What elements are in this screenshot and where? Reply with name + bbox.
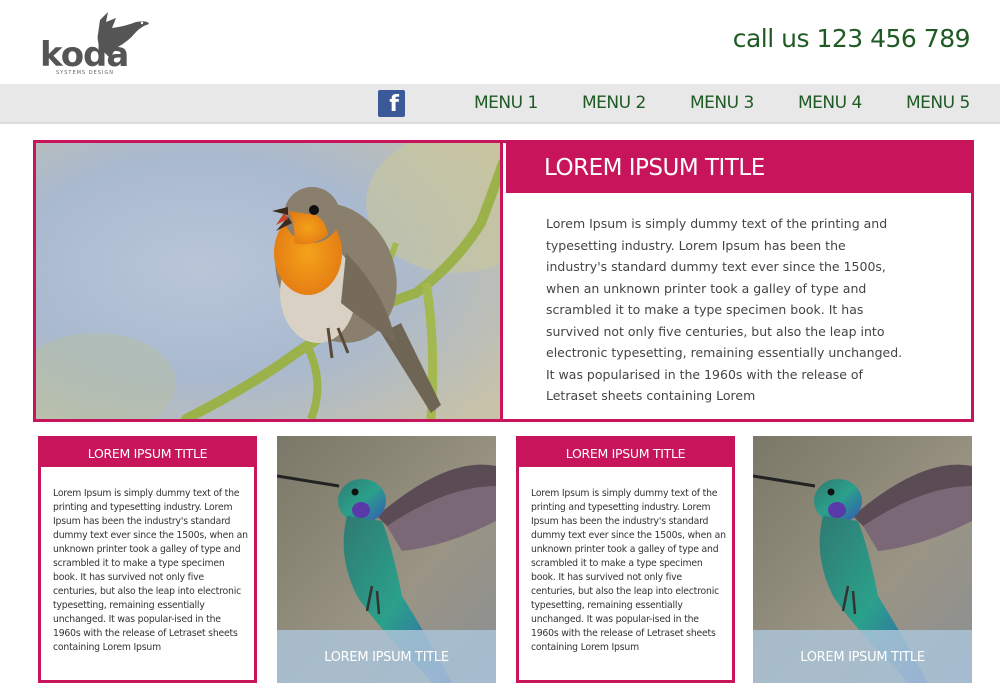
- site-header: koda SYSTEMS DESIGN call us 123 456 789: [0, 0, 1000, 84]
- facebook-icon[interactable]: f: [378, 90, 405, 117]
- text-card-3: LOREM IPSUM TITLE Lorem Ipsum is simply …: [516, 436, 735, 683]
- hero-body-text: Lorem Ipsum is simply dummy text of the …: [546, 216, 903, 403]
- image-card-2[interactable]: LOREM IPSUM TITLE: [277, 436, 496, 683]
- phone-number: call us 123 456 789: [732, 24, 971, 53]
- menu-item-5[interactable]: MENU 5: [906, 93, 970, 113]
- image-caption: LOREM IPSUM TITLE: [324, 650, 449, 665]
- hero-title: LOREM IPSUM TITLE: [544, 155, 765, 181]
- card-title: LOREM IPSUM TITLE: [565, 446, 686, 461]
- menu-item-1[interactable]: MENU 1: [474, 93, 538, 113]
- card-body-text: Lorem Ipsum is simply dummy text of the …: [53, 488, 248, 653]
- koda-logo[interactable]: koda SYSTEMS DESIGN: [38, 8, 153, 80]
- image-caption-bar: LOREM IPSUM TITLE: [277, 630, 496, 683]
- menu-item-4[interactable]: MENU 4: [798, 93, 862, 113]
- hero-section: LOREM IPSUM TITLE Lorem Ipsum is simply …: [33, 140, 974, 422]
- image-card-4[interactable]: LOREM IPSUM TITLE: [753, 436, 972, 683]
- card-title: LOREM IPSUM TITLE: [87, 446, 208, 461]
- menu-item-2[interactable]: MENU 2: [582, 93, 646, 113]
- main-navigation: f MENU 1 MENU 2 MENU 3 MENU 4 MENU 5: [0, 84, 1000, 124]
- text-card-1: LOREM IPSUM TITLE Lorem Ipsum is simply …: [38, 436, 257, 683]
- logo-wordmark: koda: [40, 35, 129, 75]
- hero-title-bar: LOREM IPSUM TITLE: [506, 143, 971, 193]
- image-caption-bar: LOREM IPSUM TITLE: [753, 630, 972, 683]
- card-title-bar: LOREM IPSUM TITLE: [41, 439, 254, 467]
- card-body-text: Lorem Ipsum is simply dummy text of the …: [531, 488, 726, 653]
- robin-bird-image: [36, 143, 503, 419]
- menu-item-3[interactable]: MENU 3: [690, 93, 754, 113]
- logo-subtitle: SYSTEMS DESIGN: [56, 70, 114, 76]
- image-caption: LOREM IPSUM TITLE: [800, 650, 925, 665]
- card-title-bar: LOREM IPSUM TITLE: [519, 439, 732, 467]
